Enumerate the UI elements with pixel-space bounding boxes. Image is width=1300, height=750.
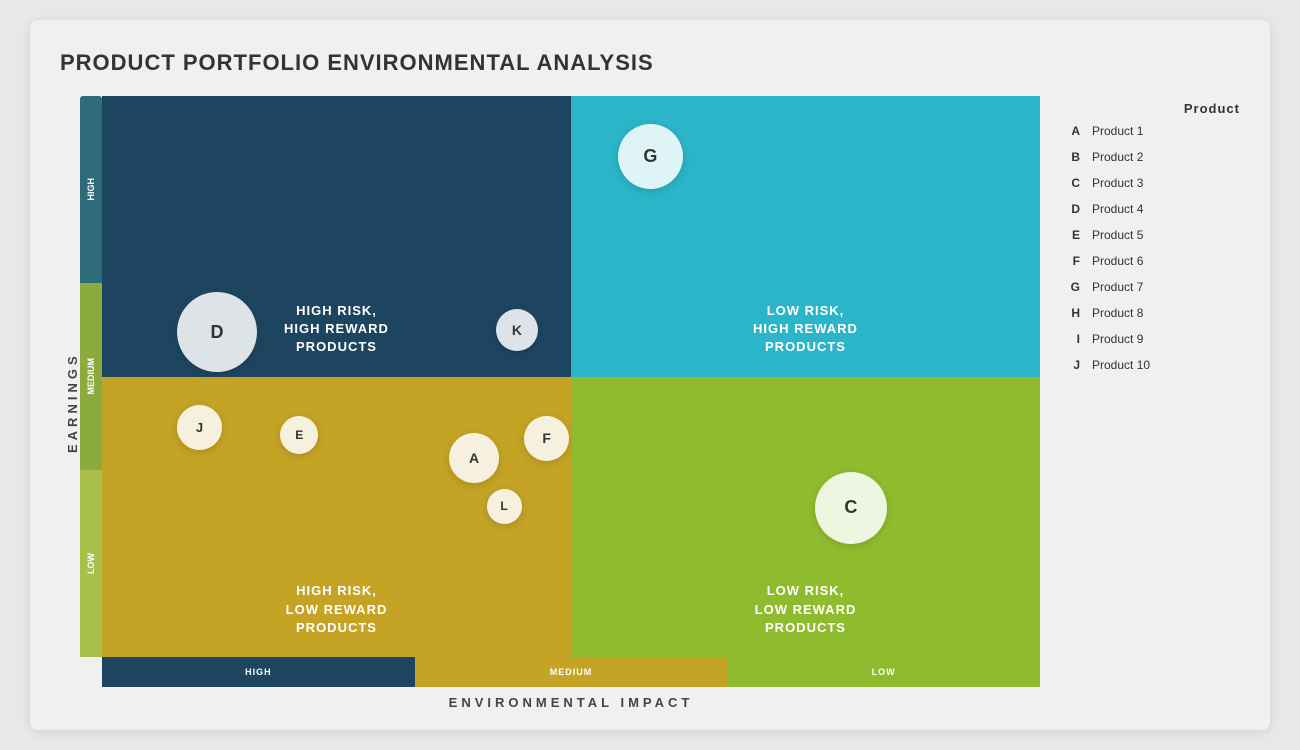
legend-item: A Product 1 [1060, 124, 1240, 138]
quadrant-label-lrlr: LOW RISK,LOW REWARDPRODUCTS [571, 582, 1040, 637]
main-card: PRODUCT PORTFOLIO ENVIRONMENTAL ANALYSIS… [30, 20, 1270, 730]
quadrant-low-risk-low-reward: LOW RISK,LOW REWARDPRODUCTS [571, 377, 1040, 658]
legend-item: G Product 7 [1060, 280, 1240, 294]
legend-section: Product A Product 1 B Product 2 C Produc… [1060, 96, 1240, 710]
legend-letter: I [1060, 332, 1080, 346]
x-label-low: LOW [872, 667, 896, 677]
legend-letter: J [1060, 358, 1080, 372]
bubble-A: A [449, 433, 499, 483]
x-axis-label: ENVIRONMENTAL IMPACT [102, 695, 1040, 710]
y-label-medium: MEDIUM [86, 358, 96, 395]
bubble-K: K [496, 309, 538, 351]
y-axis-bar: HIGH MEDIUM LOW [80, 96, 102, 657]
chart-section: EARNINGS HIGH MEDIUM LOW [60, 96, 1040, 710]
legend-name: Product 9 [1092, 332, 1143, 346]
bubble-J: J [177, 405, 222, 450]
bubble-E: E [280, 416, 318, 454]
matrix-wrapper: HIGH RISK,HIGH REWARDPRODUCTS LOW RISK,H… [102, 96, 1040, 657]
x-bar-medium: MEDIUM [415, 657, 728, 687]
y-axis-label: EARNINGS [60, 96, 80, 710]
legend-letter: E [1060, 228, 1080, 242]
x-bar-low: LOW [727, 657, 1040, 687]
bubble-G: G [618, 124, 683, 189]
legend-name: Product 6 [1092, 254, 1143, 268]
legend-name: Product 10 [1092, 358, 1150, 372]
chart-with-axes: HIGH MEDIUM LOW [80, 96, 1040, 710]
bubble-C: C [815, 472, 887, 544]
quadrant-label-lrhr: LOW RISK,HIGH REWARDPRODUCTS [571, 302, 1040, 357]
legend-letter: G [1060, 280, 1080, 294]
legend-letter: H [1060, 306, 1080, 320]
legend-name: Product 2 [1092, 150, 1143, 164]
legend-name: Product 3 [1092, 176, 1143, 190]
legend-letter: F [1060, 254, 1080, 268]
x-label-medium: MEDIUM [550, 667, 593, 677]
legend-item: C Product 3 [1060, 176, 1240, 190]
legend-name: Product 8 [1092, 306, 1143, 320]
legend-item: J Product 10 [1060, 358, 1240, 372]
chart-main: HIGH MEDIUM LOW [80, 96, 1040, 657]
legend-title: Product [1060, 101, 1240, 116]
legend-letter: C [1060, 176, 1080, 190]
legend-item: F Product 6 [1060, 254, 1240, 268]
y-label-low: LOW [86, 553, 96, 574]
x-bar-high: HIGH [102, 657, 415, 687]
bubble-F: F [524, 416, 569, 461]
legend-letter: B [1060, 150, 1080, 164]
legend-item: D Product 4 [1060, 202, 1240, 216]
y-label-high: HIGH [86, 178, 96, 201]
legend-item: E Product 5 [1060, 228, 1240, 242]
legend-item: B Product 2 [1060, 150, 1240, 164]
content-area: EARNINGS HIGH MEDIUM LOW [60, 96, 1240, 710]
legend-item: I Product 9 [1060, 332, 1240, 346]
legend-letter: A [1060, 124, 1080, 138]
matrix: HIGH RISK,HIGH REWARDPRODUCTS LOW RISK,H… [102, 96, 1040, 657]
legend-list: A Product 1 B Product 2 C Product 3 D Pr… [1060, 124, 1240, 384]
y-bar-low: LOW [80, 470, 102, 657]
legend-name: Product 5 [1092, 228, 1143, 242]
y-bar-medium: MEDIUM [80, 283, 102, 470]
bubble-L: L [487, 489, 522, 524]
x-axis-bar: HIGH MEDIUM LOW [102, 657, 1040, 687]
page-title: PRODUCT PORTFOLIO ENVIRONMENTAL ANALYSIS [60, 50, 1240, 76]
bubble-D: D [177, 292, 257, 372]
y-bar-high: HIGH [80, 96, 102, 283]
legend-letter: D [1060, 202, 1080, 216]
quadrant-label-hrlr: HIGH RISK,LOW REWARDPRODUCTS [102, 582, 571, 637]
legend-name: Product 7 [1092, 280, 1143, 294]
legend-name: Product 1 [1092, 124, 1143, 138]
x-label-high: HIGH [245, 667, 272, 677]
legend-name: Product 4 [1092, 202, 1143, 216]
legend-item: H Product 8 [1060, 306, 1240, 320]
